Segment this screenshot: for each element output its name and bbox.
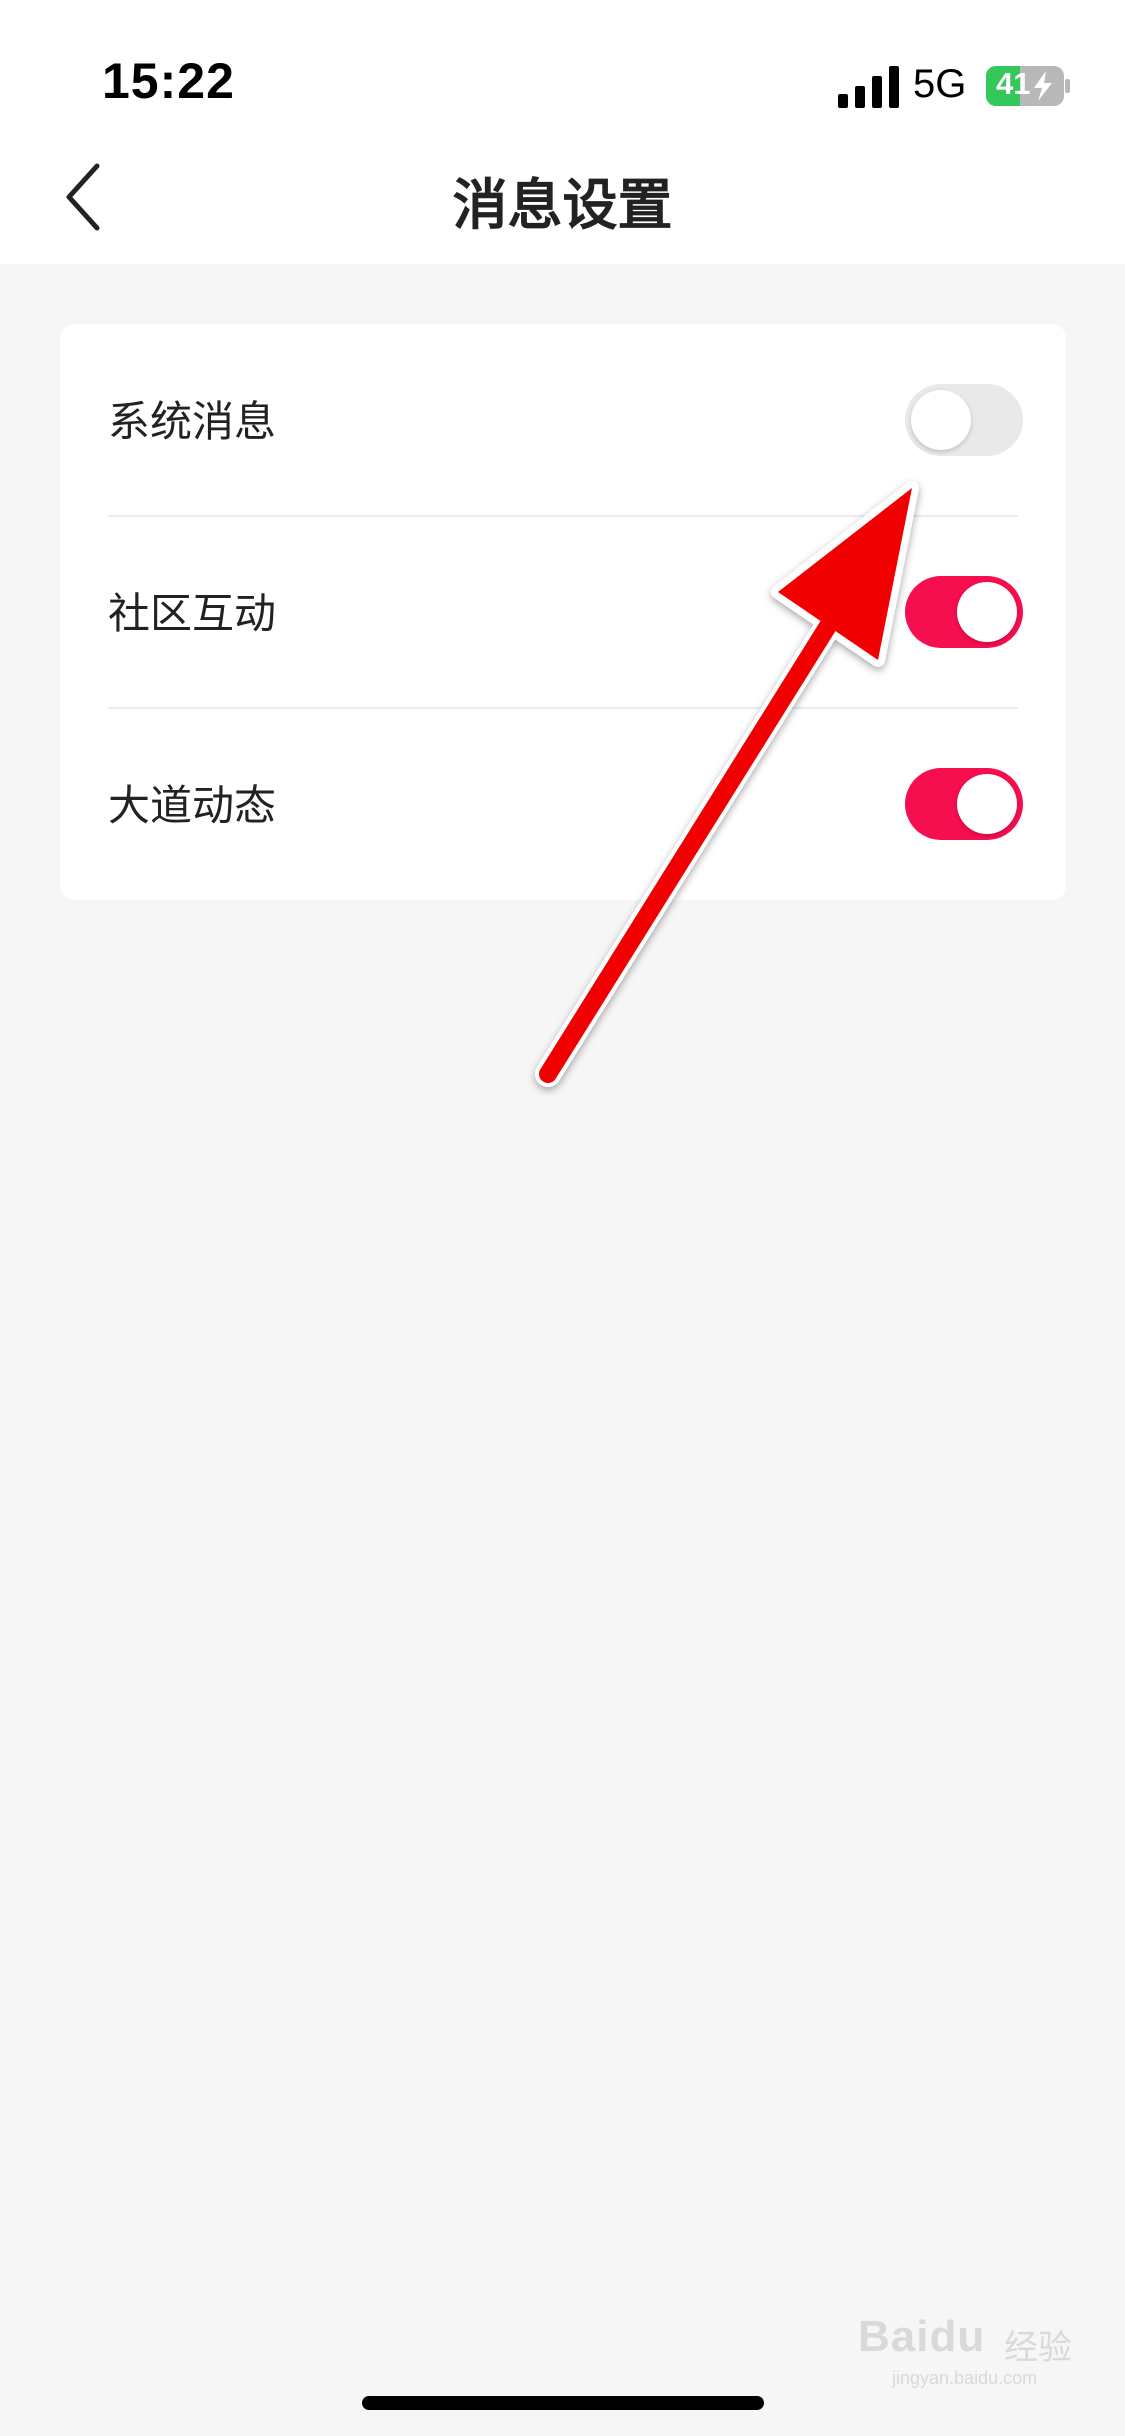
watermark-brand: Baidu [858, 2312, 986, 2361]
community-interaction-toggle[interactable] [905, 576, 1023, 648]
setting-label: 系统消息 [108, 397, 277, 446]
home-indicator[interactable] [362, 2396, 764, 2410]
setting-row-dadao-updates: 大道动态 [60, 708, 1066, 900]
setting-row-community-interaction: 社区互动 [60, 516, 1066, 708]
status-time: 15:22 [102, 53, 235, 109]
watermark-url: jingyan.baidu.com [892, 2368, 1038, 2388]
watermark-sub: 经验 [1004, 2329, 1072, 2367]
setting-label: 大道动态 [108, 781, 277, 830]
dadao-updates-toggle[interactable] [905, 768, 1023, 840]
toggle-knob [957, 582, 1017, 642]
network-type: 5G [913, 62, 967, 106]
battery-level: 41 [996, 66, 1031, 101]
baidu-watermark-logo: Baidu 经验 [858, 2308, 1094, 2368]
toggle-knob [911, 390, 971, 450]
setting-label: 社区互动 [108, 589, 277, 638]
system-messages-toggle[interactable] [905, 384, 1023, 456]
toggle-knob [957, 774, 1017, 834]
settings-card: 系统消息 社区互动 大道动态 [60, 324, 1066, 900]
setting-row-system-messages: 系统消息 [60, 324, 1066, 516]
page-title: 消息设置 [452, 173, 673, 237]
status-bar: 15:22 5G 41 [0, 0, 1125, 140]
signal-bars-icon [838, 66, 899, 108]
